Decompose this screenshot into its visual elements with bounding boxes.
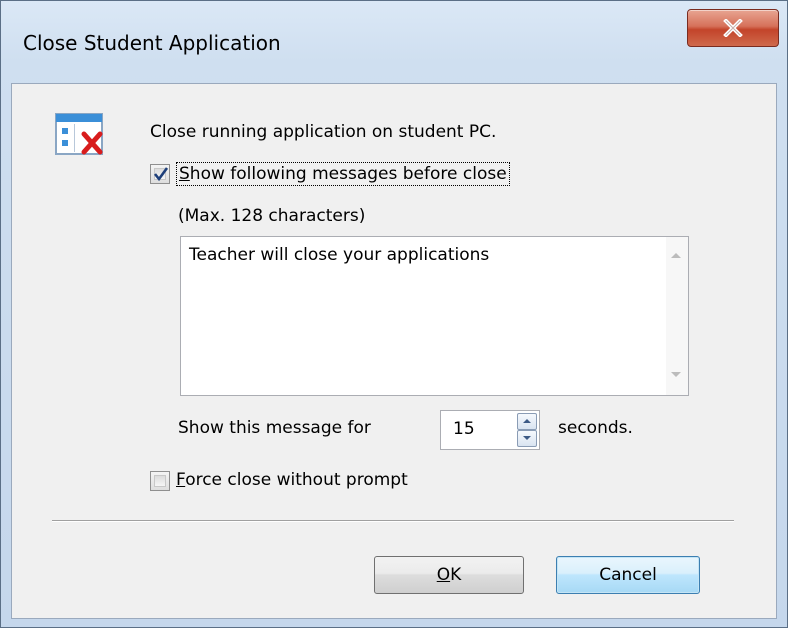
- dialog-content: Close running application on student PC.…: [11, 83, 777, 619]
- seconds-value[interactable]: 15: [453, 419, 475, 439]
- seconds-increase-button[interactable]: [517, 413, 537, 430]
- button-separator: [52, 520, 734, 522]
- check-mark-icon: [153, 167, 169, 182]
- message-text: Teacher will close your applications: [189, 245, 490, 265]
- ok-label-text: K: [450, 565, 462, 585]
- force-close-checkbox[interactable]: [150, 471, 170, 491]
- chevron-down-icon: [523, 436, 531, 440]
- seconds-decrease-button[interactable]: [517, 430, 537, 447]
- force-close-label-text: orce close without prompt: [185, 470, 408, 490]
- force-close-accelerator: F: [176, 470, 186, 490]
- seconds-unit-label: seconds.: [558, 418, 633, 438]
- chevron-up-icon: [523, 419, 531, 423]
- dialog-window: Close Student Application Close running …: [0, 0, 788, 628]
- message-textarea[interactable]: Teacher will close your applications: [180, 236, 689, 396]
- ok-button[interactable]: OK: [374, 556, 524, 594]
- show-messages-label[interactable]: Show following messages before close: [176, 162, 510, 186]
- show-duration-label: Show this message for: [178, 418, 371, 438]
- message-scrollbar[interactable]: [666, 237, 688, 395]
- force-close-label[interactable]: Force close without prompt: [176, 470, 408, 490]
- close-window-button[interactable]: [687, 9, 779, 47]
- close-application-icon: [54, 112, 126, 164]
- seconds-spinner[interactable]: 15: [440, 410, 540, 450]
- close-icon: [723, 19, 743, 37]
- scroll-up-arrow-icon[interactable]: [671, 253, 681, 258]
- dialog-heading: Close running application on student PC.: [150, 122, 497, 142]
- cancel-button[interactable]: Cancel: [556, 556, 700, 594]
- show-messages-accelerator: S: [179, 164, 190, 184]
- scroll-down-arrow-icon[interactable]: [671, 372, 681, 377]
- max-characters-note: (Max. 128 characters): [178, 206, 366, 226]
- title-bar[interactable]: Close Student Application: [1, 1, 787, 83]
- show-messages-checkbox[interactable]: [150, 164, 170, 184]
- show-messages-label-text: how following messages before close: [189, 164, 507, 184]
- window-title: Close Student Application: [23, 31, 281, 55]
- ok-accelerator: O: [436, 565, 451, 585]
